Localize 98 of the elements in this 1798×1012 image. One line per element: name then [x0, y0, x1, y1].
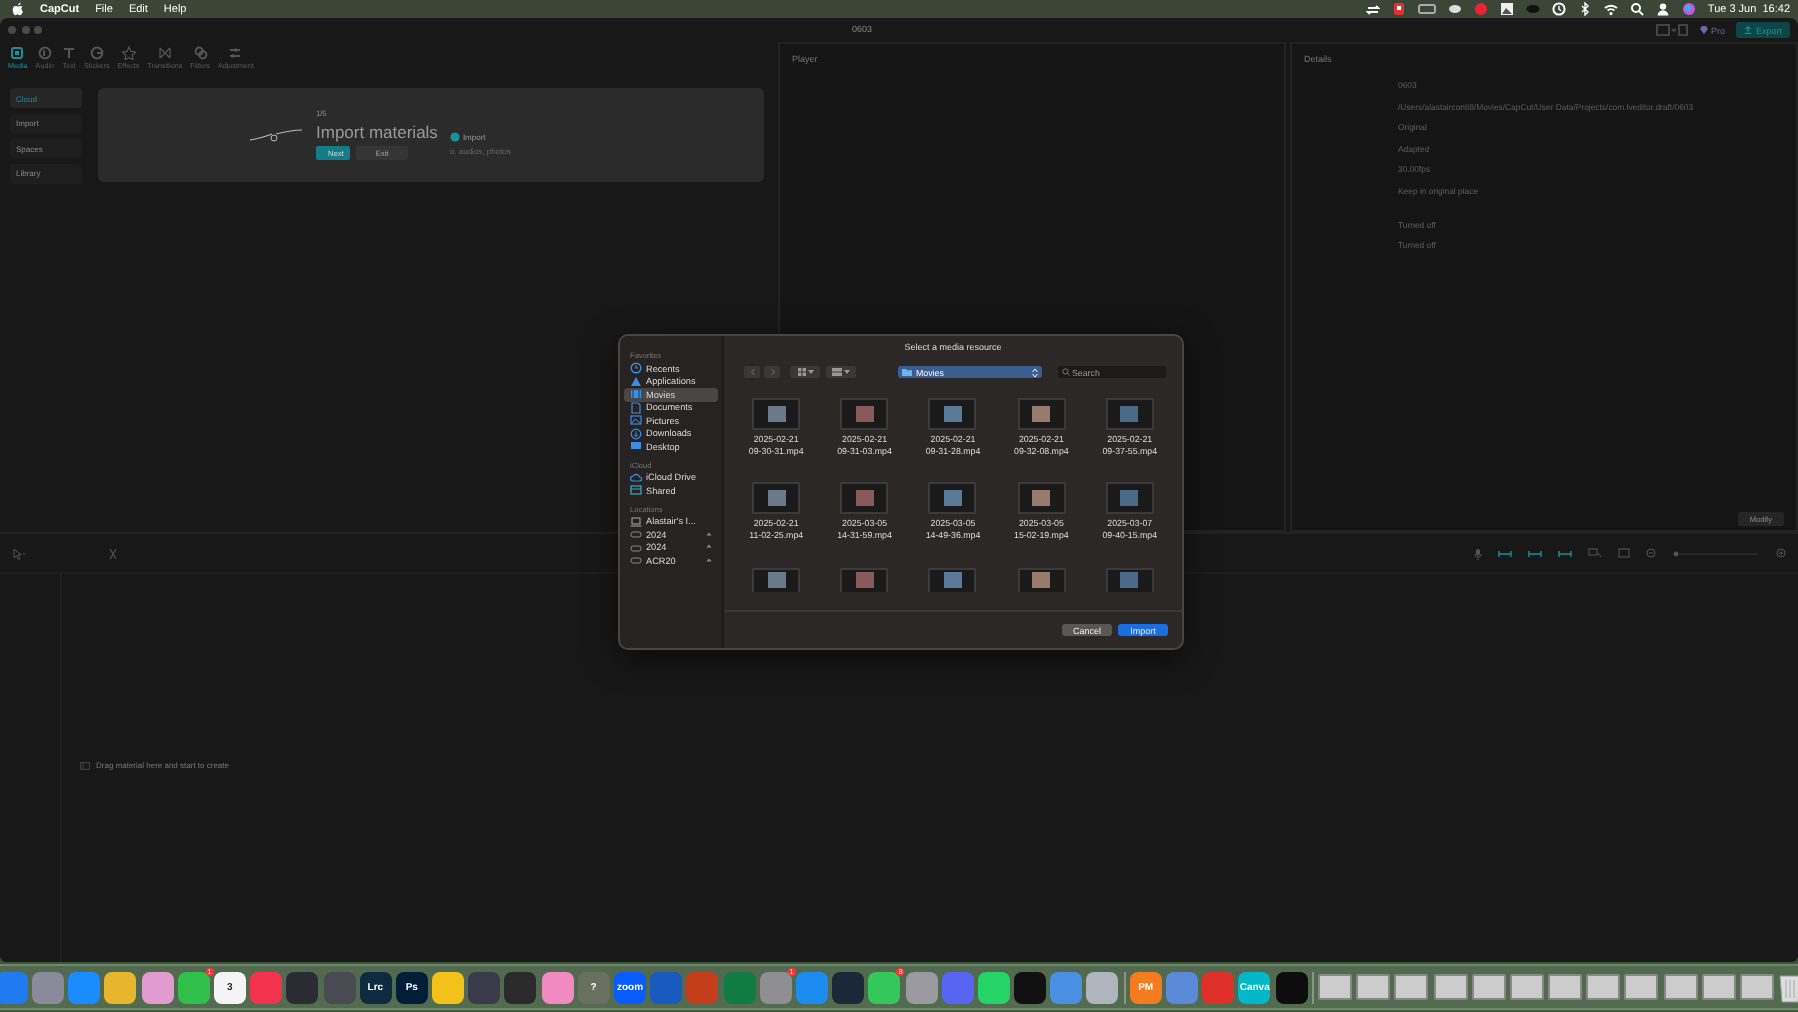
clock-icon[interactable]	[1551, 2, 1566, 16]
upload-icon	[1744, 26, 1753, 34]
list-grid-icon	[832, 368, 842, 376]
app-icon[interactable]	[32, 971, 64, 1003]
search-icon	[1062, 368, 1070, 376]
app-icon[interactable]	[541, 971, 574, 1003]
icon-view-button[interactable]	[790, 366, 820, 378]
star-icon	[121, 46, 136, 60]
curve-drawing	[248, 127, 304, 143]
folder-icon	[630, 484, 642, 497]
app-icon[interactable]	[1086, 971, 1119, 1003]
user-icon[interactable]	[1655, 2, 1670, 16]
split-icon[interactable]	[108, 547, 118, 559]
filter-icon	[193, 46, 208, 60]
clock-icon	[630, 362, 642, 375]
app-icon[interactable]	[1275, 971, 1308, 1003]
app-icon[interactable]	[323, 971, 355, 1003]
app-icon[interactable]	[504, 971, 537, 1003]
app-icon[interactable]	[68, 971, 101, 1003]
sync-icon[interactable]	[1365, 2, 1380, 16]
video-thumbnail	[1105, 482, 1154, 515]
video-thumbnail	[1105, 398, 1154, 430]
screen-icon[interactable]	[1618, 548, 1630, 558]
window-thumbnail[interactable]	[1663, 974, 1698, 1000]
app-icon[interactable]	[1014, 971, 1047, 1003]
forward-button[interactable]	[764, 366, 780, 378]
app-icon[interactable]	[1050, 971, 1083, 1003]
video-thumbnail	[1017, 398, 1066, 430]
video-thumbnail	[752, 398, 801, 430]
video-thumbnail	[1017, 482, 1066, 515]
caret-icon	[807, 370, 813, 374]
window-thumbnail[interactable]	[1317, 974, 1352, 1000]
group-button[interactable]	[826, 366, 856, 378]
window-thumbnail[interactable]	[1586, 974, 1621, 1000]
sticker-icon	[89, 46, 104, 60]
app-icon[interactable]	[0, 971, 28, 1003]
onboarding-title: Import materials	[316, 122, 438, 142]
window-thumbnail[interactable]	[1624, 974, 1659, 1000]
back-button[interactable]	[744, 366, 760, 378]
window-thumbnail[interactable]	[1740, 974, 1774, 1000]
app-icon[interactable]	[104, 971, 137, 1003]
zoom-in-icon[interactable]	[1776, 548, 1786, 558]
film-icon	[630, 388, 642, 401]
window-thumbnail[interactable]	[1356, 974, 1391, 1000]
video-thumbnail	[752, 482, 801, 515]
app-icon[interactable]	[1166, 971, 1198, 1003]
diamond-icon	[1700, 26, 1709, 34]
sliders-icon	[228, 46, 243, 60]
app-icon[interactable]	[250, 971, 283, 1003]
video-thumbnail	[840, 398, 889, 430]
document-icon	[630, 401, 642, 414]
cursor-icon[interactable]	[12, 547, 26, 559]
laptop-icon	[630, 515, 642, 528]
image-icon	[630, 414, 642, 427]
video-thumbnail	[840, 482, 889, 515]
preview-icon[interactable]	[1588, 548, 1602, 558]
audio-icon	[37, 46, 52, 60]
battery-icon[interactable]	[1417, 2, 1436, 16]
search-icon[interactable]	[1629, 2, 1644, 16]
grid-icon	[797, 368, 805, 376]
siri-icon[interactable]	[1681, 2, 1696, 16]
folder-icon	[902, 368, 912, 376]
chevron-right-icon	[769, 368, 775, 376]
caret-icon	[844, 370, 850, 374]
monitor-icon	[630, 440, 642, 453]
updown-icon	[1032, 367, 1038, 377]
app-grid-icon	[630, 375, 642, 388]
video-thumbnail	[928, 398, 977, 430]
image-icon[interactable]	[1499, 2, 1514, 16]
record-icon[interactable]	[1473, 2, 1488, 16]
video-thumbnail	[928, 482, 977, 515]
chevron-left-icon	[749, 368, 755, 376]
app-icon[interactable]	[832, 971, 865, 1003]
pulse-dot-icon	[449, 131, 460, 141]
media-icon	[80, 761, 90, 769]
app-icon[interactable]	[977, 971, 1010, 1003]
text-icon	[62, 46, 76, 60]
apple-icon	[12, 2, 24, 16]
media-icon	[10, 46, 25, 60]
window-thumbnail[interactable]	[1548, 974, 1583, 1000]
window-thumbnail[interactable]	[1394, 974, 1429, 1000]
app-icon[interactable]	[286, 971, 319, 1003]
app-icon[interactable]	[468, 971, 501, 1003]
app-icon[interactable]	[905, 971, 937, 1003]
bluetooth-icon[interactable]	[1577, 2, 1592, 16]
transition-icon	[157, 46, 172, 60]
zoom-out-icon[interactable]	[1646, 548, 1656, 558]
app-icon[interactable]	[141, 971, 174, 1003]
download-icon	[630, 427, 642, 440]
window-thumbnail[interactable]	[1471, 974, 1506, 1000]
trash-icon[interactable]	[1778, 971, 1798, 1003]
window-thumbnail[interactable]	[1509, 974, 1544, 1000]
app-icon[interactable]	[795, 971, 828, 1003]
app-icon[interactable]	[432, 971, 465, 1003]
wifi-icon[interactable]	[1603, 2, 1618, 16]
window-thumbnail[interactable]	[1433, 974, 1467, 1000]
window-thumbnail[interactable]	[1701, 974, 1736, 1000]
microphone-icon[interactable]	[1474, 547, 1482, 559]
